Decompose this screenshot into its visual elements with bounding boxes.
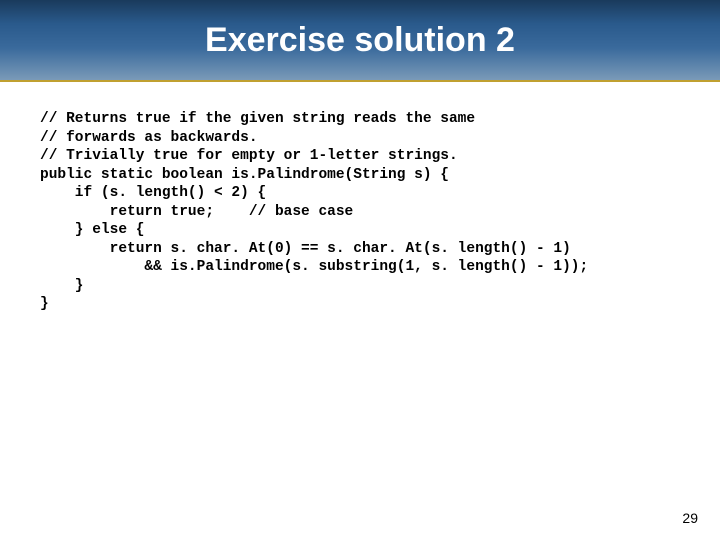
code-line: public static boolean is.Palindrome(Stri… — [40, 167, 449, 183]
code-line: } else { — [40, 222, 144, 238]
code-line: // Trivially true for empty or 1-letter … — [40, 148, 458, 164]
code-block: // Returns true if the given string read… — [40, 110, 710, 314]
code-line: // Returns true if the given string read… — [40, 111, 475, 127]
slide-content: // Returns true if the given string read… — [0, 82, 720, 314]
slide-header: Exercise solution 2 — [0, 0, 720, 82]
code-line: return true; // base case — [40, 204, 353, 220]
code-line: } — [40, 296, 49, 312]
code-line: } — [40, 278, 84, 294]
slide-title: Exercise solution 2 — [205, 21, 515, 60]
code-line: // forwards as backwards. — [40, 130, 258, 146]
code-line: return s. char. At(0) == s. char. At(s. … — [40, 241, 571, 257]
code-line: && is.Palindrome(s. substring(1, s. leng… — [40, 259, 588, 275]
page-number: 29 — [682, 510, 698, 526]
code-line: if (s. length() < 2) { — [40, 185, 266, 201]
